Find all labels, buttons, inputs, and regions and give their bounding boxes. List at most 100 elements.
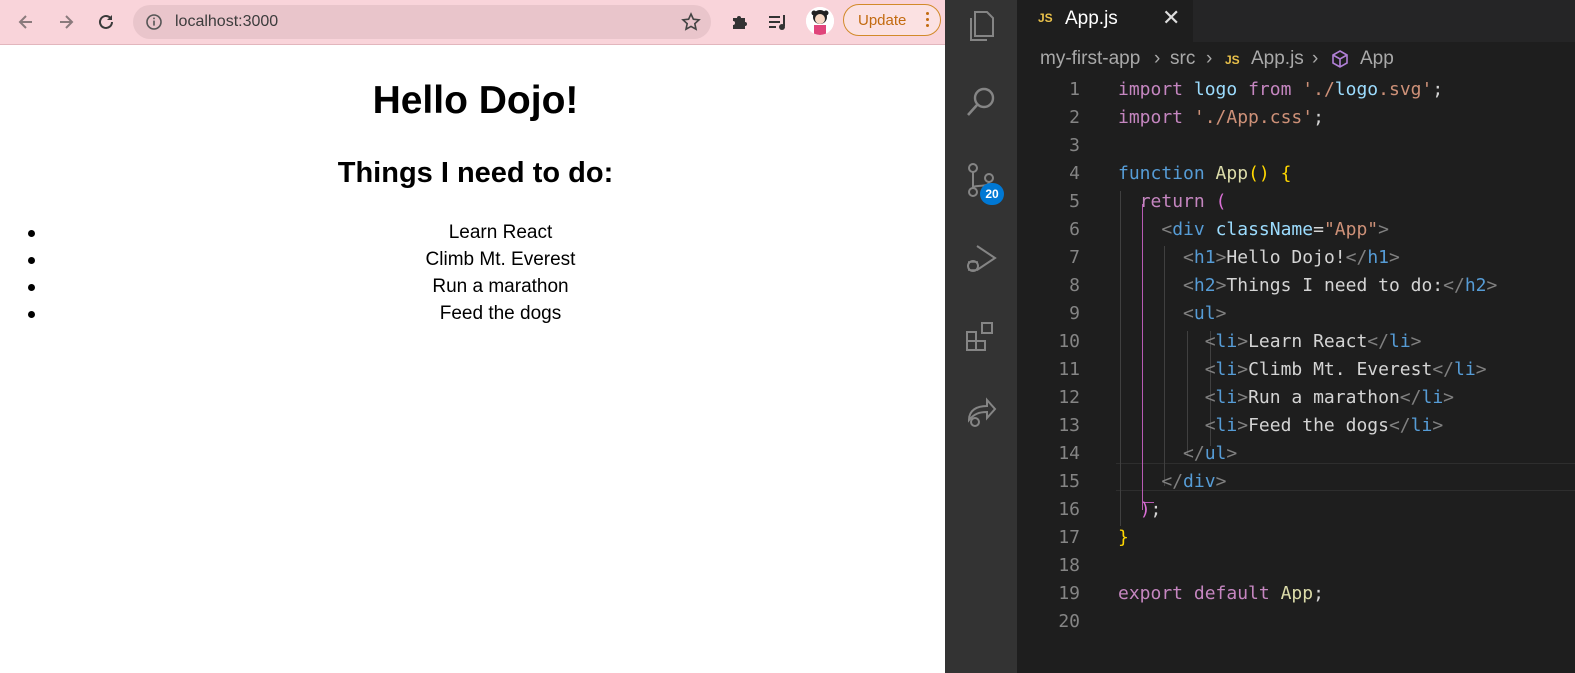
- code-line[interactable]: 16 );: [1017, 496, 1575, 524]
- code-line[interactable]: 9 <ul>: [1017, 300, 1575, 328]
- code-line[interactable]: 8 <h2>Things I need to do:</h2>: [1017, 272, 1575, 300]
- line-number: 14: [1058, 443, 1080, 464]
- remote-explorer-button[interactable]: [959, 390, 1003, 434]
- editor-tab-bar: JS App.js ✕: [1017, 0, 1575, 42]
- close-icon[interactable]: ✕: [1162, 5, 1180, 31]
- reload-button[interactable]: [92, 8, 120, 36]
- line-number: 4: [1069, 163, 1080, 184]
- code-text[interactable]: }: [1118, 524, 1129, 552]
- url-text[interactable]: localhost:3000: [175, 13, 278, 31]
- more-vert-icon[interactable]: [926, 12, 930, 30]
- code-text[interactable]: <h1>Hello Dojo!</h1>: [1118, 244, 1400, 272]
- extensions-button[interactable]: [727, 9, 753, 35]
- code-editor[interactable]: 1 import logo from './logo.svg'; 2 import '…: [1017, 76, 1575, 673]
- code-text[interactable]: </ul>: [1118, 440, 1237, 468]
- code-text[interactable]: </div>: [1118, 468, 1226, 496]
- code-line[interactable]: 12 <li>Run a marathon</li>: [1017, 384, 1575, 412]
- explorer-button[interactable]: [959, 4, 1003, 48]
- js-file-icon: JS: [1038, 11, 1053, 25]
- code-text[interactable]: import './App.css';: [1118, 104, 1324, 132]
- web-page: Hello Dojo! Things I need to do: Learn R…: [0, 45, 945, 673]
- code-line[interactable]: 17}: [1017, 524, 1575, 552]
- line-number: 1: [1069, 79, 1080, 100]
- browser-toolbar: localhost:3000 Update: [0, 0, 945, 45]
- breadcrumb-file[interactable]: App.js: [1251, 44, 1304, 74]
- code-line[interactable]: 7 <h1>Hello Dojo!</h1>: [1017, 244, 1575, 272]
- back-button[interactable]: [12, 8, 40, 36]
- code-line[interactable]: 1 import logo from './logo.svg';: [1017, 76, 1575, 104]
- tab-app-js[interactable]: JS App.js ✕: [1017, 0, 1193, 42]
- code-text[interactable]: <li>Learn React</li>: [1118, 328, 1422, 356]
- code-line[interactable]: 11 <li>Climb Mt. Everest</li>: [1017, 356, 1575, 384]
- line-number: 3: [1069, 135, 1080, 156]
- forward-button[interactable]: [52, 8, 80, 36]
- vscode-window: 20 JS App.js ✕ my-first-app › src › JS A…: [945, 0, 1575, 673]
- breadcrumb-project[interactable]: my-first-app: [1040, 44, 1140, 74]
- code-line[interactable]: 6 <div className="App">: [1017, 216, 1575, 244]
- code-text[interactable]: return (: [1118, 188, 1227, 216]
- reload-icon: [99, 14, 113, 29]
- code-text[interactable]: <h2>Things I need to do:</h2>: [1118, 272, 1497, 300]
- activity-bar: 20: [945, 0, 1017, 673]
- remote-share-icon: [967, 397, 997, 427]
- browser-window: localhost:3000 Update Hello Dojo! Things…: [0, 0, 945, 673]
- line-number: 8: [1069, 275, 1080, 296]
- code-text[interactable]: );: [1118, 496, 1162, 524]
- js-file-icon: JS: [1225, 53, 1240, 67]
- todo-item: Learn React: [0, 219, 1001, 246]
- update-button[interactable]: Update: [843, 4, 941, 36]
- address-bar[interactable]: localhost:3000: [133, 5, 711, 39]
- breadcrumb: my-first-app › src › JS App.js › App: [1017, 44, 1575, 74]
- code-text[interactable]: import logo from './logo.svg';: [1118, 76, 1443, 104]
- code-line[interactable]: 18: [1017, 552, 1575, 580]
- line-number: 12: [1058, 387, 1080, 408]
- code-text[interactable]: <li>Run a marathon</li>: [1118, 384, 1454, 412]
- todo-item: Feed the dogs: [0, 300, 1001, 327]
- code-line[interactable]: 14 </ul>: [1017, 440, 1575, 468]
- line-number: 6: [1069, 219, 1080, 240]
- code-line[interactable]: 20: [1017, 608, 1575, 636]
- code-line[interactable]: 10 <li>Learn React</li>: [1017, 328, 1575, 356]
- search-button[interactable]: [959, 80, 1003, 124]
- profile-avatar-icon: [806, 7, 834, 35]
- code-line[interactable]: 19 export default App;: [1017, 580, 1575, 608]
- line-number: 2: [1069, 107, 1080, 128]
- chevron-right-icon: ›: [1206, 48, 1213, 69]
- line-number: 9: [1069, 303, 1080, 324]
- extensions-view-button[interactable]: [959, 314, 1003, 358]
- code-text[interactable]: export default App;: [1118, 580, 1324, 608]
- todo-list: Learn React Climb Mt. Everest Run a mara…: [0, 219, 1001, 327]
- code-text[interactable]: <li>Feed the dogs</li>: [1118, 412, 1443, 440]
- code-text[interactable]: <div className="App">: [1118, 216, 1389, 244]
- todo-item: Climb Mt. Everest: [0, 246, 1001, 273]
- line-number: 16: [1058, 499, 1080, 520]
- extensions-icon: [966, 322, 993, 351]
- profile-avatar[interactable]: [806, 7, 834, 35]
- site-info-icon[interactable]: [145, 13, 163, 31]
- code-line[interactable]: 2 import './App.css';: [1017, 104, 1575, 132]
- code-line[interactable]: 15 </div>: [1017, 468, 1575, 496]
- bookmark-star-icon[interactable]: [681, 12, 701, 32]
- update-label: Update: [858, 12, 907, 29]
- line-number: 19: [1058, 583, 1080, 604]
- media-control-button[interactable]: [765, 9, 791, 35]
- back-arrow-icon: [18, 15, 32, 29]
- code-line[interactable]: 5 return (: [1017, 188, 1575, 216]
- line-number: 11: [1058, 359, 1080, 380]
- code-text[interactable]: <li>Climb Mt. Everest</li>: [1118, 356, 1487, 384]
- code-text[interactable]: <ul>: [1118, 300, 1226, 328]
- code-line[interactable]: 4 function App() {: [1017, 160, 1575, 188]
- forward-arrow-icon: [60, 15, 74, 29]
- run-debug-icon: [967, 245, 997, 272]
- line-number: 17: [1058, 527, 1080, 548]
- code-line[interactable]: 3: [1017, 132, 1575, 160]
- breadcrumb-folder[interactable]: src: [1170, 44, 1195, 74]
- scm-badge: 20: [980, 183, 1004, 205]
- run-debug-button[interactable]: [959, 236, 1003, 280]
- line-number: 10: [1058, 331, 1080, 352]
- symbol-class-icon: [1330, 49, 1350, 79]
- code-text[interactable]: function App() {: [1118, 160, 1291, 188]
- code-line[interactable]: 13 <li>Feed the dogs</li>: [1017, 412, 1575, 440]
- puzzle-icon: [733, 16, 747, 29]
- breadcrumb-symbol[interactable]: App: [1360, 44, 1394, 74]
